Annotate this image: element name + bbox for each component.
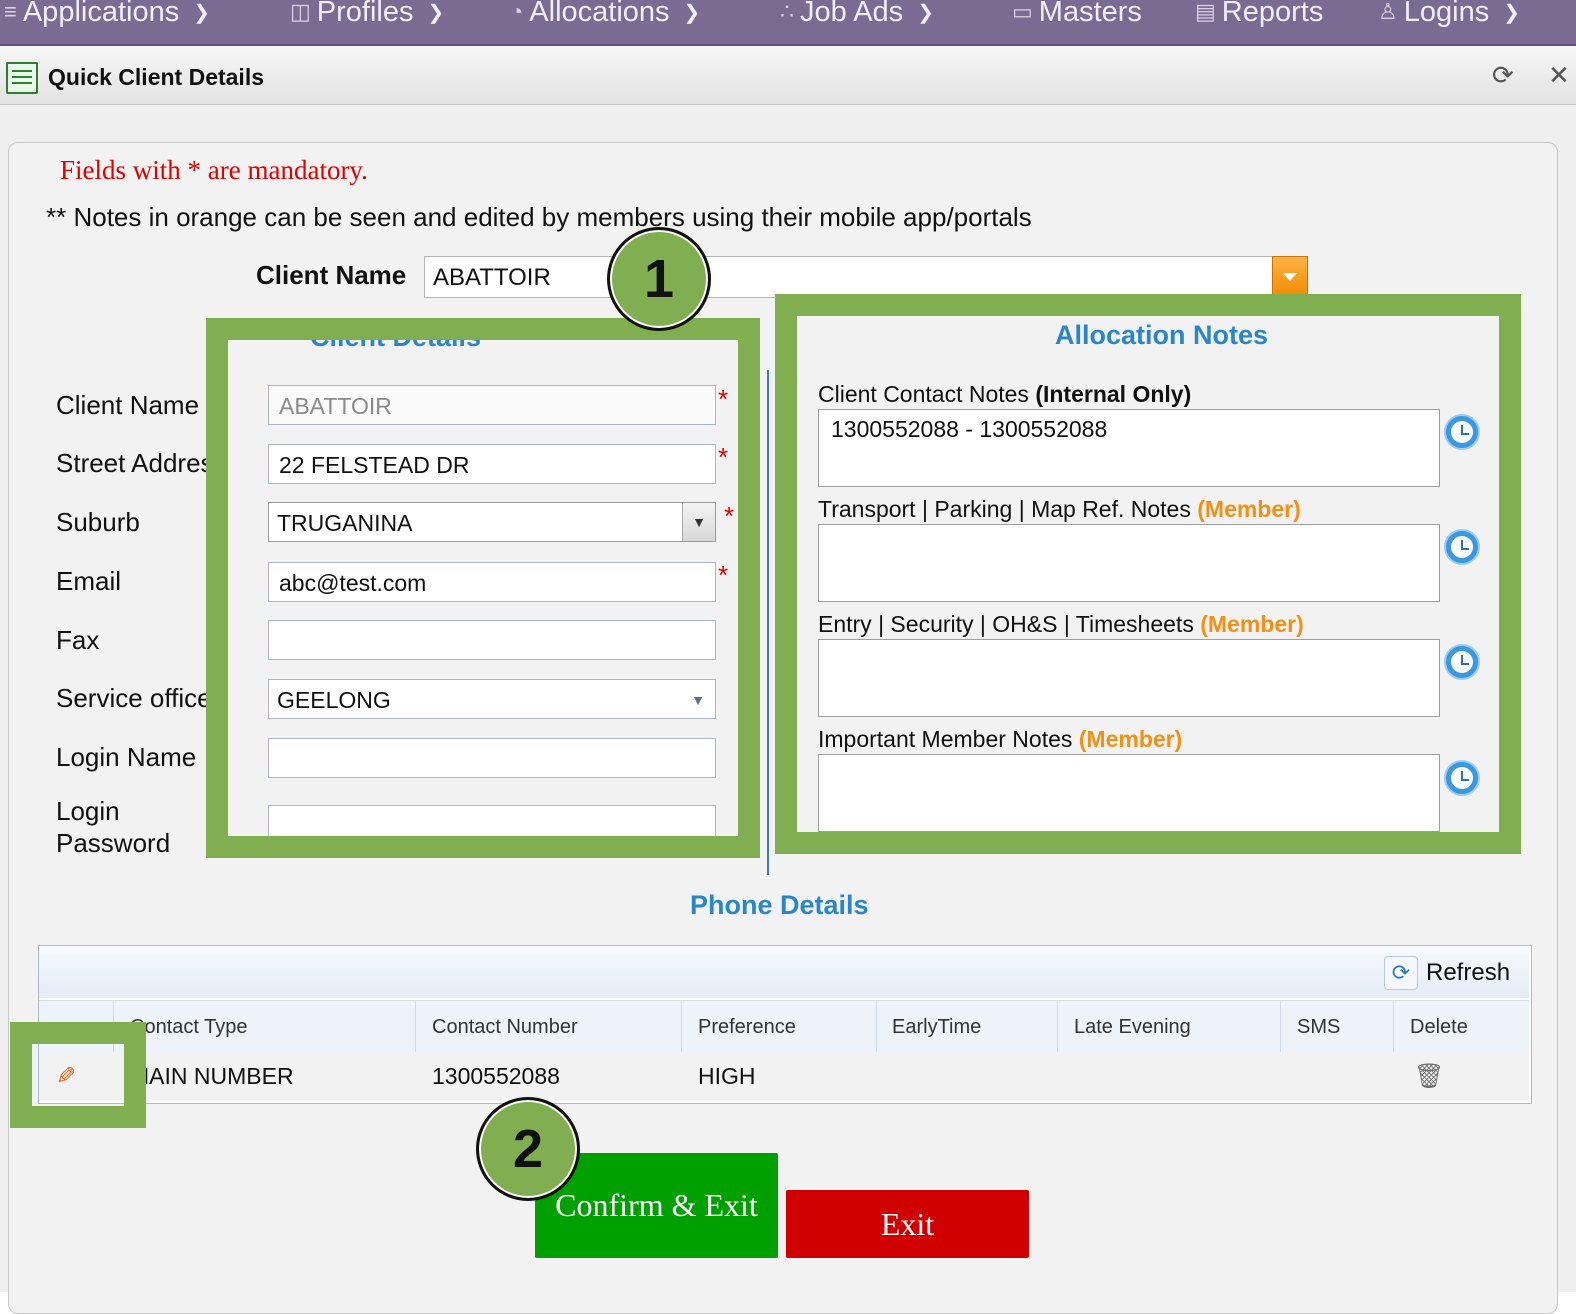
user-icon: ♙ <box>1378 0 1398 24</box>
chevron-down-icon: ❯ <box>917 1 934 24</box>
highlight-box-client-details <box>206 318 760 858</box>
mandatory-note: Fields with * are mandatory. <box>60 155 368 185</box>
login-password-label: Login Password <box>56 796 171 858</box>
chevron-down-icon: ❯ <box>193 1 210 24</box>
callout-1: 1 <box>607 227 711 331</box>
cell-contact-type: MAIN NUMBER <box>130 1063 294 1089</box>
refresh-window-icon[interactable]: ⟳ <box>1492 60 1514 91</box>
section-divider <box>767 370 769 875</box>
nav-reports[interactable]: ▤ Reports <box>1195 0 1323 32</box>
cell-preference: HIGH <box>698 1063 756 1089</box>
refresh-button[interactable]: ⟳ Refresh <box>1384 956 1510 990</box>
pencil-edit-icon[interactable]: ✎ <box>56 1062 76 1091</box>
document-icon: ▤ <box>1195 0 1216 24</box>
folder-icon: ▭ <box>1012 0 1033 24</box>
nav-profiles[interactable]: ◫ Profiles ❯ <box>290 0 444 32</box>
nav-allocations[interactable]: ◔ Allocations ❯ <box>510 0 700 32</box>
column-separator <box>1393 1000 1394 1052</box>
chevron-down-icon: ❯ <box>427 1 445 24</box>
column-separator <box>1057 1000 1058 1052</box>
refresh-icon: ⟳ <box>1384 956 1418 990</box>
email-label: Email <box>56 566 122 596</box>
refresh-label: Refresh <box>1426 959 1511 986</box>
col-early-time[interactable]: EarlyTime <box>892 1016 981 1039</box>
column-separator <box>415 1000 416 1052</box>
nodes-icon: ∴ <box>780 0 794 24</box>
col-preference[interactable]: Preference <box>698 1016 796 1039</box>
cell-contact-number: 1300552088 <box>432 1063 560 1089</box>
login-name-label: Login Name <box>56 742 197 772</box>
col-delete[interactable]: Delete <box>1410 1016 1468 1039</box>
column-separator <box>1280 1000 1281 1052</box>
column-separator <box>876 1000 877 1052</box>
trash-icon[interactable]: 🗑 <box>1414 1062 1444 1091</box>
fax-label: Fax <box>56 625 100 655</box>
nav-job-ads[interactable]: ∴ Job Ads ❯ <box>780 0 934 32</box>
chevron-down-icon: ❯ <box>1503 1 1520 24</box>
callout-2: 2 <box>476 1097 580 1201</box>
profile-icon: ◫ <box>290 0 311 24</box>
dropdown-arrow-icon[interactable] <box>1272 256 1308 298</box>
nav-applications[interactable]: ≡ Applications ❯ <box>4 0 210 32</box>
grid-toolbar <box>39 946 1529 998</box>
pie-icon: ◔ <box>510 0 524 24</box>
client-name-field-label: Client Name <box>56 390 200 420</box>
nav-masters[interactable]: ▭ Masters <box>1012 0 1142 32</box>
form-icon <box>6 62 38 94</box>
col-late-evening[interactable]: Late Evening <box>1074 1016 1191 1039</box>
street-address-label: Street Address <box>56 448 227 478</box>
service-office-label: Service office <box>56 683 212 713</box>
nav-logins[interactable]: ♙ Logins ❯ <box>1378 0 1520 32</box>
suburb-label: Suburb <box>56 507 140 537</box>
close-icon[interactable]: ✕ <box>1548 60 1570 91</box>
exit-button[interactable]: Exit <box>786 1190 1029 1258</box>
phone-details-title: Phone Details <box>690 890 869 920</box>
highlight-box-allocation-notes <box>775 294 1521 854</box>
column-separator <box>681 1000 682 1052</box>
client-name-combo[interactable]: ABATTOIR <box>424 256 1308 298</box>
col-contact-type[interactable]: Contact Type <box>130 1016 247 1039</box>
window-title: Quick Client Details <box>48 64 265 90</box>
col-sms[interactable]: SMS <box>1297 1016 1340 1039</box>
highlight-box-edit <box>10 1022 146 1128</box>
client-name-label: Client Name <box>256 260 407 290</box>
chevron-down-icon: ❯ <box>683 1 701 24</box>
list-icon: ≡ <box>4 0 17 24</box>
orange-notes-info: ** Notes in orange can be seen and edite… <box>46 202 1032 232</box>
client-name-combo-value: ABATTOIR <box>433 264 551 291</box>
col-contact-number[interactable]: Contact Number <box>432 1016 578 1039</box>
